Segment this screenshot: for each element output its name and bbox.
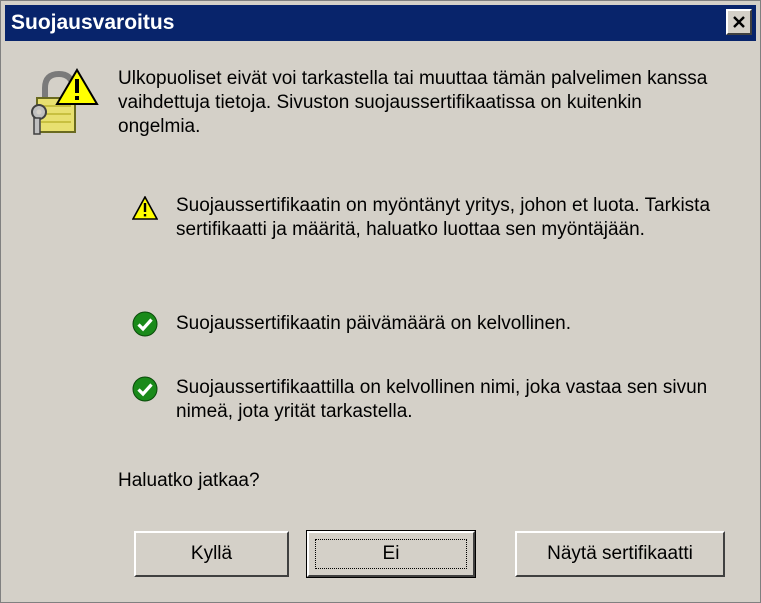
check-issuer-text: Suojaussertifikaatin on myöntänyt yritys… (176, 195, 711, 240)
checkmark-circle-icon (132, 311, 158, 337)
yes-button-label: Kyllä (190, 543, 233, 564)
warning-triangle-icon (132, 196, 158, 220)
view-certificate-button-label: Näytä sertifikaatti (547, 543, 693, 564)
security-lock-warning-icon (31, 68, 99, 135)
no-button[interactable]: Ei (306, 530, 476, 578)
view-certificate-button[interactable]: Näytä sertifikaatti (515, 531, 725, 577)
yes-button[interactable]: Kyllä (134, 531, 289, 577)
focus-indicator (315, 539, 467, 569)
check-date-text: Suojaussertifikaatin päivämäärä on kelvo… (176, 313, 572, 334)
dialog-title: Suojausvaroitus (11, 11, 175, 34)
title-bar[interactable]: Suojausvaroitus (5, 5, 756, 41)
close-button[interactable] (726, 9, 752, 35)
checkmark-circle-icon (132, 376, 158, 402)
check-name-text: Suojaussertifikaattilla on kelvollinen n… (176, 377, 708, 422)
security-warning-dialog: Suojausvaroitus Ulkopuoliset eivät voi t… (0, 0, 761, 603)
intro-text: Ulkopuoliset eivät voi tarkastella tai m… (118, 68, 708, 137)
continue-question: Haluatko jatkaa? (118, 470, 260, 491)
close-icon (733, 16, 745, 28)
